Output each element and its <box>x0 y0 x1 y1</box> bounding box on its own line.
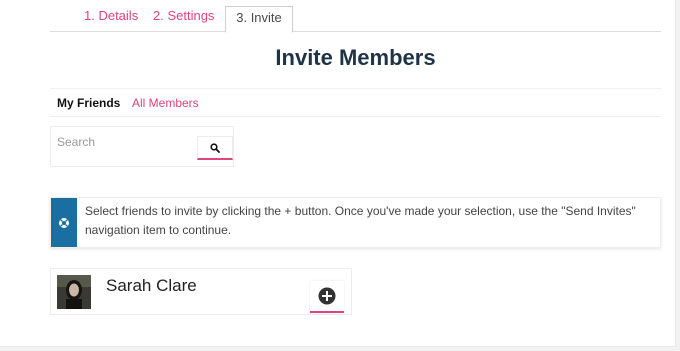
search-icon <box>210 142 220 153</box>
search-form <box>50 126 234 167</box>
page-title: Invite Members <box>275 45 436 70</box>
avatar <box>57 275 91 309</box>
info-notice: Select friends to invite by clicking the… <box>50 197 661 248</box>
add-member-button[interactable] <box>310 281 344 313</box>
member-name: Sarah Clare <box>106 276 197 295</box>
notice-bar <box>51 198 77 247</box>
my-friends-link[interactable]: My Friends <box>57 96 120 110</box>
step-tabs: 1. Details 2. Settings 3. Invite <box>50 0 661 33</box>
tab-settings[interactable]: 2. Settings <box>153 8 214 23</box>
search-button[interactable] <box>197 136 233 160</box>
search-input[interactable] <box>57 133 187 151</box>
member-card: Sarah Clare <box>50 268 352 315</box>
all-members-link[interactable]: All Members <box>132 96 199 110</box>
plus-circle-icon <box>318 287 336 305</box>
lifebuoy-icon <box>59 217 69 228</box>
invite-panel: 1. Details 2. Settings 3. Invite Invite … <box>0 0 676 347</box>
notice-message: Select friends to invite by clicking the… <box>85 204 636 237</box>
tab-invite[interactable]: 3. Invite <box>225 6 293 33</box>
tab-details[interactable]: 1. Details <box>84 8 138 23</box>
member-filter-nav: My Friends All Members <box>50 88 661 117</box>
